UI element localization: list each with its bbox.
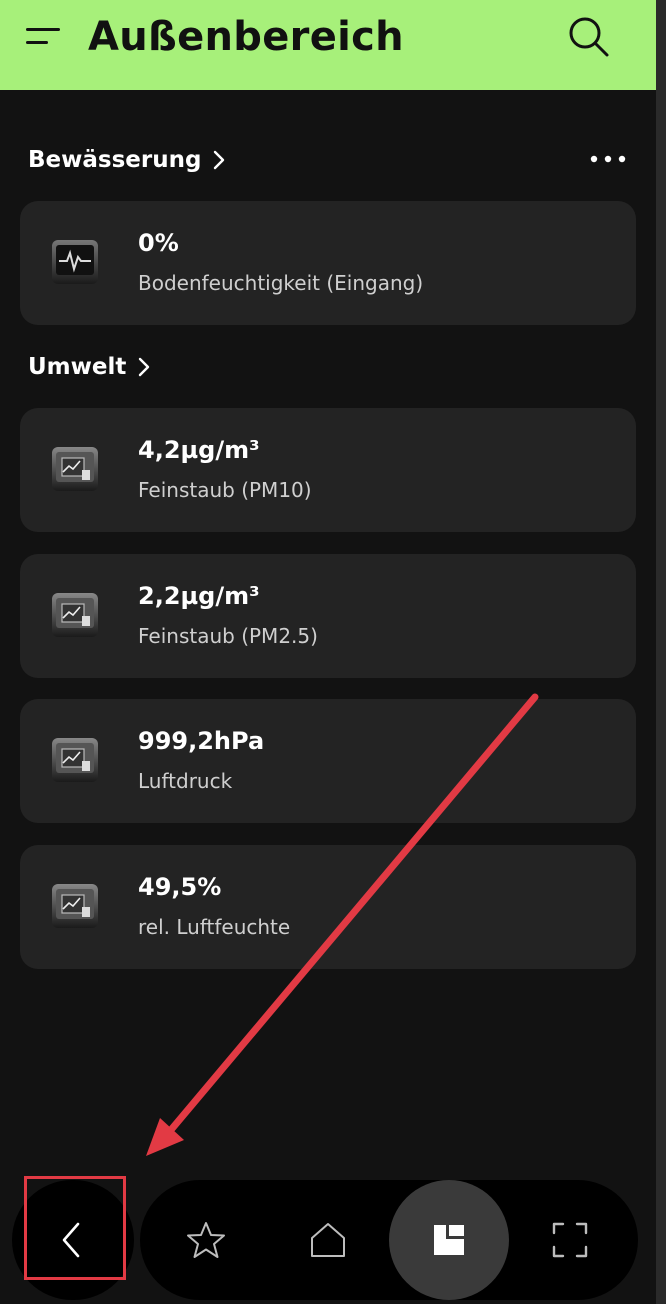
sensor-card-bodenfeuchtigkeit[interactable]: 0% Bodenfeuchtigkeit (Eingang) — [20, 201, 636, 325]
search-icon[interactable] — [564, 12, 612, 60]
sensor-label: Feinstaub (PM10) — [138, 478, 312, 502]
section-header-umwelt[interactable]: Umwelt — [28, 349, 152, 385]
scan-icon — [552, 1222, 588, 1258]
sensor-card-luftfeuchte[interactable]: 49,5% rel. Luftfeuchte — [20, 845, 636, 969]
sensor-label: Feinstaub (PM2.5) — [138, 624, 318, 648]
sensor-card-pm10[interactable]: 4,2µg/m³ Feinstaub (PM10) — [20, 408, 636, 532]
sensor-value: 49,5% — [138, 873, 222, 901]
sensor-label: rel. Luftfeuchte — [138, 915, 291, 939]
sensor-value: 999,2hPa — [138, 727, 265, 755]
sensor-label: Luftdruck — [138, 769, 233, 793]
nav-home[interactable] — [268, 1180, 388, 1300]
sensor-card-pm25[interactable]: 2,2µg/m³ Feinstaub (PM2.5) — [20, 554, 636, 678]
page-title: Außenbereich — [88, 14, 404, 60]
back-button[interactable] — [12, 1180, 134, 1300]
sensor-card-luftdruck[interactable]: 999,2hPa Luftdruck — [20, 699, 636, 823]
bottom-nav — [140, 1180, 638, 1300]
nav-favorites[interactable] — [146, 1180, 266, 1300]
sensor-value: 0% — [138, 229, 179, 257]
app-bar: Außenbereich — [0, 0, 656, 90]
sensor-value: 4,2µg/m³ — [138, 436, 260, 464]
sensor-chart-icon — [52, 593, 98, 637]
back-icon — [62, 1222, 80, 1258]
dashboard-icon — [434, 1225, 464, 1255]
star-icon — [187, 1222, 225, 1258]
sensor-chart-icon — [52, 884, 98, 928]
sensor-label: Bodenfeuchtigkeit (Eingang) — [138, 271, 424, 295]
section-header-bewaesserung[interactable]: Bewässerung — [28, 142, 227, 178]
chevron-right-icon — [214, 150, 225, 170]
chevron-right-icon — [139, 357, 150, 377]
more-options-icon[interactable] — [586, 146, 630, 172]
scrollbar[interactable] — [656, 0, 666, 1304]
section-title: Umwelt — [28, 354, 127, 380]
sensor-value: 2,2µg/m³ — [138, 582, 260, 610]
sensor-chart-icon — [52, 447, 98, 491]
home-icon — [311, 1223, 345, 1257]
menu-icon[interactable] — [24, 24, 64, 48]
nav-dashboard[interactable] — [389, 1180, 509, 1300]
nav-scan[interactable] — [510, 1180, 630, 1300]
sensor-pulse-icon — [52, 240, 98, 284]
section-title: Bewässerung — [28, 147, 202, 173]
sensor-chart-icon — [52, 738, 98, 782]
